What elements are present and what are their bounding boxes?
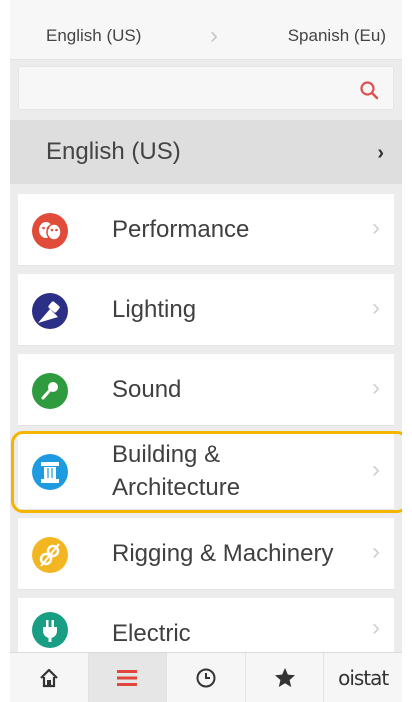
chevron-right-icon: › — [372, 374, 380, 401]
target-language[interactable]: Spanish (Eu) — [288, 26, 386, 46]
plug-icon — [32, 612, 68, 648]
language-bar: English (US) › Spanish (Eu) — [10, 0, 402, 60]
menu-icon — [117, 669, 138, 686]
chevron-right-icon: › — [372, 294, 380, 321]
search-bar — [18, 66, 394, 110]
microphone-icon — [32, 373, 68, 409]
category-label: Electric — [112, 620, 191, 647]
clock-icon — [196, 668, 216, 687]
search-icon[interactable] — [359, 80, 379, 100]
tab-favorites[interactable] — [246, 653, 325, 702]
section-title: English (US) — [46, 138, 181, 165]
chevron-right-icon: › — [377, 142, 384, 164]
chevron-right-icon: › — [372, 538, 380, 565]
tab-history[interactable] — [167, 653, 246, 702]
gears-icon — [32, 537, 68, 573]
category-item-electric[interactable]: Electric › — [18, 598, 394, 652]
tab-menu[interactable] — [88, 653, 168, 702]
bottom-tab-bar: oistat — [10, 652, 402, 702]
category-label: Rigging & Machinery — [112, 540, 334, 567]
category-item-sound[interactable]: Sound › — [18, 354, 394, 426]
category-label: Sound — [112, 376, 182, 403]
category-item-lighting[interactable]: Lighting › — [18, 274, 394, 346]
chevron-right-icon: › — [372, 214, 380, 241]
search-input[interactable] — [19, 67, 339, 109]
chevron-right-icon: › — [372, 614, 380, 641]
brand-logo: oistat — [338, 665, 389, 690]
section-header[interactable]: English (US) › — [10, 120, 402, 184]
category-item-performance[interactable]: Performance › — [18, 194, 394, 266]
star-icon — [274, 667, 295, 687]
category-item-rigging-machinery[interactable]: Rigging & Machinery › — [18, 518, 394, 590]
chevron-right-icon: › — [210, 22, 218, 49]
selection-highlight — [11, 431, 409, 513]
category-label: Lighting — [112, 296, 197, 323]
tab-brand[interactable]: oistat — [324, 653, 402, 702]
home-icon — [40, 668, 58, 687]
tab-home[interactable] — [10, 653, 89, 702]
source-language[interactable]: English (US) — [46, 26, 141, 46]
spotlight-icon — [32, 293, 68, 329]
theater-masks-icon — [32, 213, 68, 249]
category-label: Performance — [112, 216, 250, 243]
